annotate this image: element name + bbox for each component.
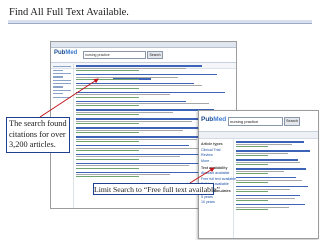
list-item[interactable] — [236, 141, 316, 147]
list-item[interactable] — [236, 194, 316, 201]
pubmed-logo: PubMed — [201, 116, 227, 123]
filter-item[interactable]: 10 years — [201, 200, 231, 204]
display-settings-bar — [199, 132, 318, 139]
list-item[interactable] — [76, 100, 233, 107]
list-item[interactable] — [236, 149, 316, 156]
title-underline — [8, 20, 312, 24]
list-item[interactable] — [76, 91, 233, 98]
list-item[interactable] — [76, 73, 233, 80]
filter-item[interactable]: Abstract available — [201, 171, 231, 175]
list-item[interactable] — [236, 185, 316, 192]
free-full-text-callout: Limit Search to “Free full text availabl… — [93, 183, 222, 195]
filter-item[interactable]: 5 years — [201, 195, 231, 199]
search-input[interactable]: nursing practice — [83, 51, 146, 59]
list-item[interactable] — [236, 176, 316, 183]
list-item[interactable] — [236, 158, 316, 165]
list-item[interactable] — [76, 65, 233, 71]
filter-free-full-text[interactable]: Free full text available — [201, 177, 236, 181]
list-item[interactable] — [76, 82, 233, 89]
filter-item[interactable]: More ... — [201, 159, 231, 163]
search-button[interactable]: Search — [147, 51, 163, 59]
search-button[interactable]: Search — [284, 117, 300, 126]
filter-item[interactable]: Clinical Trial — [201, 148, 231, 152]
results-list — [236, 141, 316, 238]
pubmed-header: PubMed nursing practice Search — [199, 111, 318, 132]
list-item[interactable] — [236, 167, 316, 174]
pubmed-limits-screenshot: PubMed nursing practice Search Article t… — [198, 110, 319, 239]
results-count-callout: The search found citations for over 3,20… — [6, 117, 70, 153]
filter-section-text: Text availability — [201, 165, 228, 170]
list-item[interactable] — [236, 203, 316, 210]
pubmed-logo: PubMed — [54, 50, 78, 56]
pubmed-header: PubMed nursing practice Search — [51, 48, 236, 63]
filter-item[interactable]: Review — [201, 153, 231, 157]
search-input[interactable]: nursing practice — [228, 117, 283, 126]
slide-title: Find All Full Text Available. — [9, 7, 129, 18]
filter-section-type: Article types — [201, 142, 223, 146]
